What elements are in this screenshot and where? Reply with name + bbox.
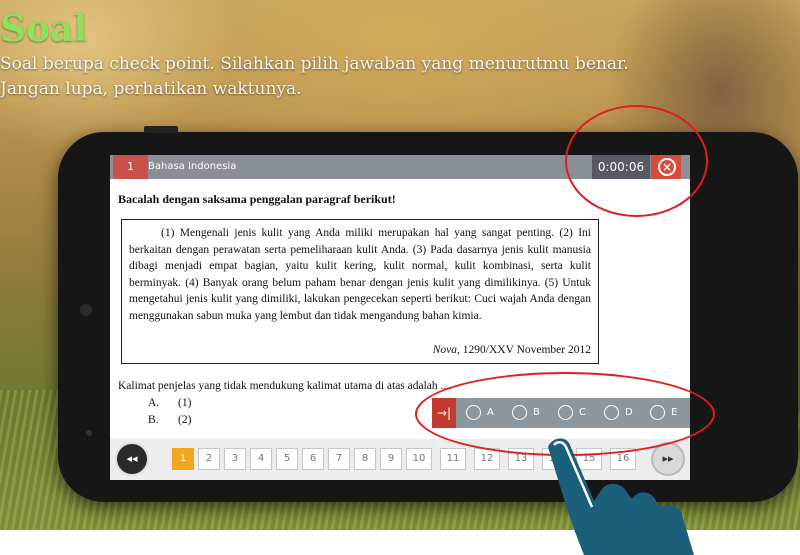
page-button-9[interactable]: 9 xyxy=(380,448,402,470)
phone-speaker xyxy=(80,304,92,316)
page-button-7[interactable]: 7 xyxy=(328,448,350,470)
subject-label: Bahasa Indonesia xyxy=(148,161,237,172)
page-description: Soal berupa check point. Silahkan pilih … xyxy=(0,52,700,102)
page-button-4[interactable]: 4 xyxy=(250,448,272,470)
page-button-8[interactable]: 8 xyxy=(354,448,376,470)
previous-button[interactable]: ◂◂ xyxy=(115,442,149,476)
page-button-11[interactable]: 11 xyxy=(440,448,466,470)
pointing-hand-icon xyxy=(548,438,694,555)
choice-text: (2) xyxy=(178,414,192,426)
page-title: Soal xyxy=(0,8,88,50)
choice-a: A. (1) xyxy=(148,397,191,409)
page-button-1[interactable]: 1 xyxy=(172,448,194,470)
phone-side-button xyxy=(144,126,178,133)
page-button-6[interactable]: 6 xyxy=(302,448,324,470)
page-button-5[interactable]: 5 xyxy=(276,448,298,470)
page-button-3[interactable]: 3 xyxy=(224,448,246,470)
timer-highlight-circle xyxy=(565,105,708,217)
page-button-10[interactable]: 10 xyxy=(406,448,432,470)
passage-box: (1) Mengenali jenis kulit yang Anda mili… xyxy=(121,219,599,364)
choice-letter: A. xyxy=(148,397,160,409)
citation-detail: 1290/XXV November 2012 xyxy=(459,343,591,356)
description-line-1: Soal berupa check point. Silahkan pilih … xyxy=(0,54,629,74)
page-button-2[interactable]: 2 xyxy=(198,448,220,470)
choice-b: B. (2) xyxy=(148,414,191,426)
question-text: Kalimat penjelas yang tidak mendukung ka… xyxy=(118,380,453,392)
citation-source: Nova, xyxy=(432,343,460,356)
choice-letter: B. xyxy=(148,414,159,426)
choice-text: (1) xyxy=(178,397,192,409)
question-instruction: Bacalah dengan saksama penggalan paragra… xyxy=(118,192,396,206)
passage-citation: Nova, 1290/XXV November 2012 xyxy=(433,342,591,359)
question-number-badge: 1 xyxy=(113,155,148,179)
passage-text: (1) Mengenali jenis kulit yang Anda mili… xyxy=(129,227,591,322)
description-line-2: Jangan lupa, perhatikan waktunya. xyxy=(0,79,302,99)
phone-sensor xyxy=(86,430,92,436)
